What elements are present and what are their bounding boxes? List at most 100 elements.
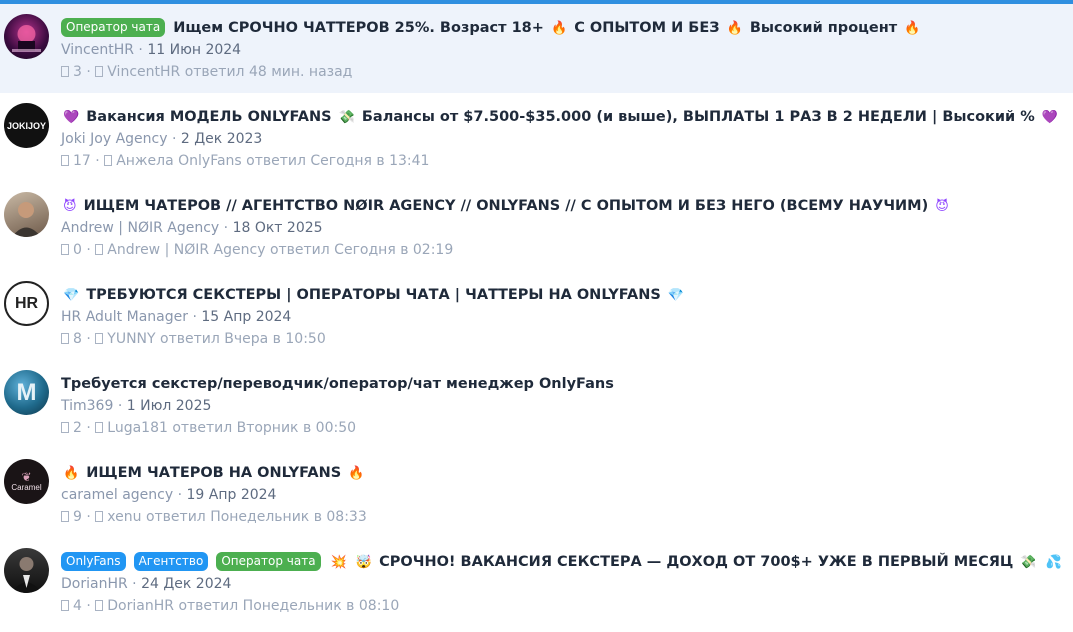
thread-meta: HR Adult Manager · 15 Апр 2024 — [61, 309, 292, 325]
last-post-icon — [95, 511, 104, 522]
thread-meta: Joki Joy Agency · 2 Дек 2023 — [61, 131, 263, 147]
thread-title[interactable]: ИЩЕМ ЧАТЕРОВ НА ONLYFANS — [86, 465, 341, 481]
thread-stats: 9 · xenu ответил Понедельник в 08:33 — [61, 507, 1065, 527]
thread-title-part[interactable]: Высокий процент — [750, 20, 897, 36]
thread-title-line: Требуется секстер/переводчик/оператор/ча… — [61, 373, 1065, 395]
last-poster[interactable]: Andrew | NØIR Agency — [107, 242, 265, 258]
thread-title-line: 💜 Вакансия МОДЕЛЬ ONLYFANS 💸 Балансы от … — [61, 106, 1065, 128]
thread-item[interactable]: M Требуется секстер/переводчик/оператор/… — [0, 360, 1073, 449]
avatar-flame-icon: ❦ — [21, 470, 32, 484]
diamond-emoji-icon: 💎 — [63, 288, 80, 303]
reply-count-icon — [61, 333, 69, 344]
thread-title-line: 😈 ИЩЕМ ЧАТЕРОВ // АГЕНТСТВО NØIR AGENCY … — [61, 195, 1065, 217]
thread-title-part[interactable]: Балансы от $7.500-$35.000 (и выше), ВЫПЛ… — [362, 109, 1035, 125]
reply-count-icon — [61, 66, 69, 77]
diamond-emoji-icon: 💎 — [667, 288, 685, 303]
last-post-time[interactable]: ответил Понедельник в 08:10 — [178, 598, 399, 614]
prefix-operator-chat[interactable]: Оператор чата — [61, 18, 166, 37]
money-emoji-icon: 💸 — [1020, 555, 1037, 570]
last-post-time[interactable]: ответил Сегодня в 02:19 — [270, 242, 453, 258]
avatar-photo-icon — [11, 557, 42, 593]
last-poster[interactable]: VincentHR — [107, 64, 180, 80]
fire-emoji-icon: 🔥 — [904, 21, 921, 36]
thread-author[interactable]: Andrew | NØIR Agency — [61, 220, 219, 236]
thread-date[interactable]: 18 Окт 2025 — [233, 220, 323, 236]
avatar[interactable] — [4, 14, 49, 59]
thread-author[interactable]: caramel agency — [61, 487, 173, 503]
thread-list: Оператор чата Ищем СРОЧНО ЧАТТЕРОВ 25%. … — [0, 4, 1073, 627]
thread-title[interactable]: ИЩЕМ ЧАТЕРОВ // АГЕНТСТВО NØIR AGENCY //… — [84, 198, 929, 214]
thread-meta: caramel agency · 19 Апр 2024 — [61, 487, 277, 503]
avatar[interactable]: M — [4, 370, 49, 415]
devil-emoji-icon: 😈 — [935, 199, 949, 214]
avatar[interactable]: HR — [4, 281, 49, 326]
reply-count: 2 — [73, 420, 82, 436]
last-poster[interactable]: DorianHR — [107, 598, 174, 614]
last-post-icon — [95, 600, 104, 611]
fire-emoji-icon: 🔥 — [348, 466, 365, 481]
last-poster[interactable]: xenu — [107, 509, 141, 525]
thread-title[interactable]: Вакансия МОДЕЛЬ ONLYFANS — [86, 109, 331, 125]
thread-date[interactable]: 2 Дек 2023 — [181, 131, 262, 147]
thread-meta: Andrew | NØIR Agency · 18 Окт 2025 — [61, 220, 323, 236]
thread-item[interactable]: 😈 ИЩЕМ ЧАТЕРОВ // АГЕНТСТВО NØIR AGENCY … — [0, 182, 1073, 271]
thread-date[interactable]: 15 Апр 2024 — [201, 309, 291, 325]
purple-heart-emoji-icon: 💜 — [1041, 110, 1059, 125]
thread-item[interactable]: OnlyFans Агентство Оператор чата 💥 🤯 СРО… — [0, 538, 1073, 627]
thread-item[interactable]: HR 💎 ТРЕБУЮТСЯ СЕКСТЕРЫ | ОПЕРАТОРЫ ЧАТА… — [0, 271, 1073, 360]
thread-title[interactable]: Требуется секстер/переводчик/оператор/ча… — [61, 376, 614, 392]
thread-stats: 3 · VincentHR ответил 48 мин. назад — [61, 62, 1065, 82]
boom-emoji-icon: 💥 — [330, 555, 347, 570]
avatar-label: JOKIJOY — [6, 120, 46, 131]
last-post-icon — [95, 244, 104, 255]
avatar[interactable] — [4, 548, 49, 593]
last-post-time[interactable]: ответил Вчера в 10:50 — [160, 331, 326, 347]
thread-stats: 8 · YUNNY ответил Вчера в 10:50 — [61, 329, 1065, 349]
thread-author[interactable]: HR Adult Manager — [61, 309, 188, 325]
thread-author[interactable]: Joki Joy Agency — [61, 131, 168, 147]
thread-date[interactable]: 19 Апр 2024 — [187, 487, 277, 503]
reply-count: 8 — [73, 331, 82, 347]
fire-emoji-icon: 🔥 — [550, 21, 568, 36]
prefix-onlyfans[interactable]: OnlyFans — [61, 552, 126, 571]
reply-count: 17 — [73, 153, 91, 169]
avatar[interactable]: JOKIJOY — [4, 103, 49, 148]
thread-date[interactable]: 24 Дек 2024 — [141, 576, 231, 592]
avatar[interactable]: ❦ Caramel — [4, 459, 49, 504]
prefix-agency[interactable]: Агентство — [133, 552, 209, 571]
reply-count: 0 — [73, 242, 82, 258]
thread-stats: 4 · DorianHR ответил Понедельник в 08:10 — [61, 596, 1065, 616]
thread-title[interactable]: СРОЧНО! ВАКАНСИЯ СЕКСТЕРА — ДОХОД ОТ 700… — [379, 554, 1013, 570]
thread-date[interactable]: 1 Июл 2025 — [127, 398, 212, 414]
last-post-time[interactable]: ответил Сегодня в 13:41 — [246, 153, 429, 169]
fire-emoji-icon: 🔥 — [63, 466, 80, 481]
avatar-label: HR — [14, 294, 39, 312]
thread-item[interactable]: ❦ Caramel 🔥 ИЩЕМ ЧАТЕРОВ НА ONLYFANS 🔥 c… — [0, 449, 1073, 538]
last-post-time[interactable]: ответил Понедельник в 08:33 — [146, 509, 367, 525]
last-poster[interactable]: YUNNY — [107, 331, 155, 347]
last-poster[interactable]: Luga181 — [107, 420, 168, 436]
money-emoji-icon: 💸 — [338, 110, 355, 125]
thread-stats: 17 · Анжела OnlyFans ответил Сегодня в 1… — [61, 151, 1065, 171]
prefix-operator-chat[interactable]: Оператор чата — [216, 552, 321, 571]
thread-author[interactable]: Tim369 — [61, 398, 113, 414]
last-post-time[interactable]: ответил Вторник в 00:50 — [172, 420, 356, 436]
reply-count-icon — [61, 155, 69, 166]
thread-item[interactable]: Оператор чата Ищем СРОЧНО ЧАТТЕРОВ 25%. … — [0, 4, 1073, 93]
last-poster[interactable]: Анжела OnlyFans — [116, 153, 242, 169]
reply-count-icon — [61, 244, 69, 255]
thread-item[interactable]: JOKIJOY 💜 Вакансия МОДЕЛЬ ONLYFANS 💸 Бал… — [0, 93, 1073, 182]
thread-title-part[interactable]: С ОПЫТОМ И БЕЗ — [574, 20, 719, 36]
thread-stats: 2 · Luga181 ответил Вторник в 00:50 — [61, 418, 1065, 438]
thread-title[interactable]: Ищем СРОЧНО ЧАТТЕРОВ 25%. Возраст 18+ — [173, 20, 544, 36]
last-post-time[interactable]: ответил 48 мин. назад — [185, 64, 353, 80]
thread-title[interactable]: ТРЕБУЮТСЯ СЕКСТЕРЫ | ОПЕРАТОРЫ ЧАТА | ЧА… — [86, 287, 661, 303]
thread-author[interactable]: VincentHR — [61, 42, 134, 58]
thread-meta: VincentHR · 11 Июн 2024 — [61, 42, 242, 58]
exploding-head-emoji-icon: 🤯 — [355, 555, 373, 570]
thread-date[interactable]: 11 Июн 2024 — [147, 42, 241, 58]
avatar-photo-icon — [12, 202, 41, 237]
avatar-label: Caramel — [11, 483, 42, 492]
thread-author[interactable]: DorianHR — [61, 576, 128, 592]
avatar[interactable] — [4, 192, 49, 237]
